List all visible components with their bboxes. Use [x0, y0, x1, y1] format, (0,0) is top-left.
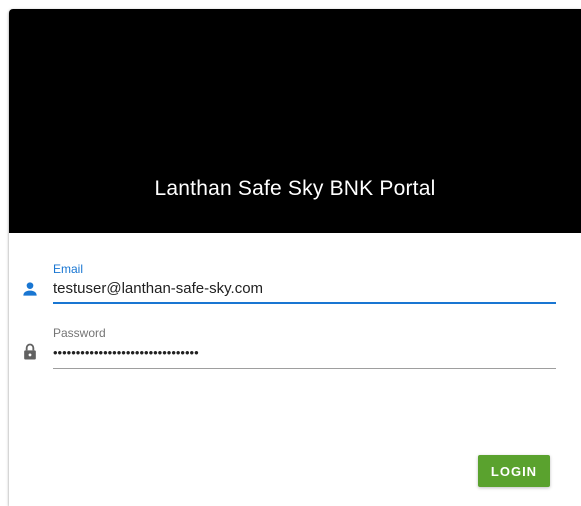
- login-header: Lanthan Safe Sky BNK Portal: [9, 9, 581, 233]
- email-input[interactable]: [53, 278, 556, 298]
- password-underline: [53, 368, 556, 369]
- portal-title: Lanthan Safe Sky BNK Portal: [154, 177, 436, 200]
- email-underline: [53, 302, 556, 304]
- email-field[interactable]: Email: [53, 262, 556, 306]
- login-card: Lanthan Safe Sky BNK Portal: [9, 9, 581, 506]
- email-label: Email: [53, 262, 84, 276]
- password-field[interactable]: Password: [53, 326, 556, 370]
- password-label: Password: [53, 326, 106, 340]
- person-icon: [23, 282, 37, 296]
- login-button[interactable]: LOGIN: [478, 455, 550, 487]
- lock-icon: [24, 343, 36, 360]
- password-input[interactable]: [53, 343, 556, 361]
